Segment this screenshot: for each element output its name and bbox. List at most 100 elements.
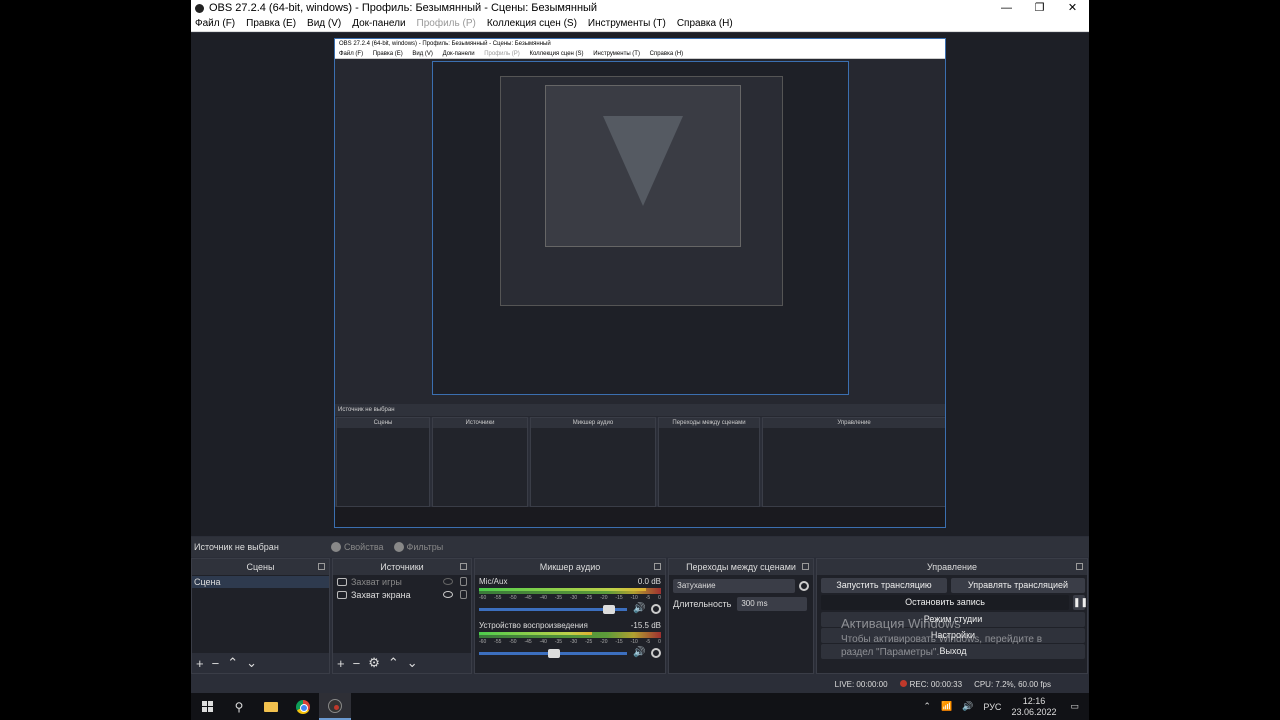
network-icon[interactable]: 📶 (941, 701, 952, 712)
remove-icon[interactable]: − (353, 656, 361, 671)
meter-fill (479, 632, 592, 635)
dock-area: Сцены Сцена + − ⌃ ⌄ Источники Захват игр… (191, 558, 1089, 674)
gear-icon (331, 542, 341, 552)
gear-icon[interactable]: ⚙ (368, 655, 380, 671)
gear-icon[interactable] (651, 648, 661, 658)
scale-tick: -60 (479, 639, 487, 645)
chrome-button[interactable] (287, 693, 319, 720)
add-icon[interactable]: + (337, 656, 345, 671)
gear-icon[interactable] (651, 604, 661, 614)
obs-window: OBS 27.2.4 (64-bit, windows) - Профиль: … (191, 0, 1089, 720)
activation-watermark-body: Чтобы активировать Windows, перейдите в … (841, 634, 1043, 658)
obs-taskbar-button[interactable] (319, 693, 351, 720)
scale-tick: -40 (539, 595, 547, 601)
source-item-label: Захват игры (351, 577, 402, 587)
windows-logo-icon (201, 701, 213, 712)
file-explorer-button[interactable] (255, 693, 287, 720)
scale-tick: -55 (494, 595, 502, 601)
start-stream-button[interactable]: Запустить трансляцию (821, 578, 947, 593)
meter-fill (479, 588, 647, 591)
minimize-button[interactable]: — (990, 0, 1023, 16)
menu-help[interactable]: Справка (H) (677, 18, 733, 29)
source-item[interactable]: Захват экрана (333, 589, 471, 601)
stop-recording-button[interactable]: Остановить запись (821, 595, 1069, 610)
volume-meter (479, 632, 661, 638)
language-indicator[interactable]: РУС (983, 702, 1001, 712)
nested-taskbar (335, 507, 945, 527)
nested-dock-mixer-header: Микшер аудио (531, 418, 655, 428)
start-button[interactable] (191, 693, 223, 720)
nested-preview (432, 61, 849, 395)
volume-slider[interactable] (479, 648, 627, 658)
undock-icon[interactable] (318, 563, 325, 570)
menu-tools[interactable]: Инструменты (T) (588, 18, 666, 29)
scenes-header: Сцены (192, 559, 329, 575)
menu-profile[interactable]: Профиль (P) (417, 18, 476, 29)
properties-button[interactable]: Свойства (331, 542, 384, 552)
lock-icon[interactable] (460, 577, 467, 586)
transitions-header: Переходы между сценами (669, 559, 813, 575)
scenes-dock: Сцены Сцена + − ⌃ ⌄ (191, 558, 330, 674)
close-button[interactable]: ✕ (1056, 0, 1089, 16)
menu-scene-collection[interactable]: Коллекция сцен (S) (487, 18, 577, 29)
rec-status: REC: 00:00:33 (909, 680, 963, 689)
scale-tick: -40 (539, 639, 547, 645)
clock[interactable]: 12:16 23.06.2022 (1011, 696, 1056, 718)
add-icon[interactable]: + (196, 656, 204, 671)
scale-tick: -30 (569, 639, 578, 645)
pause-icon[interactable]: ❚❚ (1073, 595, 1088, 610)
move-up-icon[interactable]: ⌃ (227, 655, 238, 671)
nested-dock-controls-header: Управление (763, 418, 945, 428)
tray-chevron-icon[interactable]: ⌃ (923, 701, 931, 712)
search-button[interactable]: ⚲ (223, 693, 255, 720)
menu-bar: Файл (F) Правка (E) Вид (V) Док-панели П… (191, 16, 1089, 32)
mixer-channel-desktop: Устройство воспроизведения -15.5 dB -60 -… (475, 619, 665, 663)
move-down-icon[interactable]: ⌄ (407, 655, 418, 671)
menu-file[interactable]: Файл (F) (195, 18, 235, 29)
speaker-icon[interactable]: 🔊 (633, 604, 645, 614)
volume-slider[interactable] (479, 604, 627, 614)
undock-icon[interactable] (1076, 563, 1083, 570)
filters-label: Фильтры (406, 542, 444, 552)
undock-icon[interactable] (460, 563, 467, 570)
scale-tick: -60 (479, 595, 487, 601)
move-down-icon[interactable]: ⌄ (246, 655, 257, 671)
activation-watermark-title: Активация Windows (841, 616, 961, 631)
speaker-icon[interactable]: 🔊 (633, 648, 645, 658)
menu-view[interactable]: Вид (V) (307, 18, 341, 29)
windows-taskbar: ⚲ ⌃ 📶 🔊 РУС 12:16 23.06.2022 ▭ (191, 693, 1089, 720)
channel-name: Устройство воспроизведения (479, 621, 588, 630)
undock-icon[interactable] (802, 563, 809, 570)
slider-knob[interactable] (548, 648, 561, 658)
maximize-button[interactable]: ❐ (1023, 0, 1056, 16)
duration-label: Длительность (673, 599, 732, 609)
stats-bar: LIVE: 00:00:00 REC: 00:00:33 CPU: 7.2%, … (191, 676, 1089, 693)
cpu-status: CPU: 7.2%, 60.00 fps (974, 680, 1051, 689)
volume-icon[interactable]: 🔊 (962, 701, 973, 712)
mixer-header: Микшер аудио (475, 559, 665, 575)
transition-select[interactable]: Затухание (673, 579, 795, 593)
menu-edit[interactable]: Правка (E) (246, 18, 296, 29)
title-bar: OBS 27.2.4 (64-bit, windows) - Профиль: … (191, 0, 1089, 16)
scene-item[interactable]: Сцена (192, 576, 329, 588)
eye-hidden-icon[interactable] (443, 578, 453, 585)
filters-button[interactable]: Фильтры (393, 542, 444, 552)
manage-stream-button[interactable]: Управлять трансляцией (951, 578, 1085, 593)
gear-icon[interactable] (799, 581, 809, 591)
source-item[interactable]: Захват игры (333, 576, 471, 588)
undock-icon[interactable] (654, 563, 661, 570)
move-up-icon[interactable]: ⌃ (388, 655, 399, 671)
menu-docks[interactable]: Док-панели (352, 18, 405, 29)
eye-icon[interactable] (443, 591, 453, 598)
lock-icon[interactable] (460, 590, 467, 599)
remove-icon[interactable]: − (212, 656, 220, 671)
transitions-dock: Переходы между сценами Затухание Длитель… (668, 558, 814, 674)
notification-icon[interactable]: ▭ (1070, 701, 1079, 712)
channel-name: Mic/Aux (479, 577, 508, 586)
preview-canvas[interactable]: OBS 27.2.4 (64-bit, windows) - Профиль: … (191, 33, 1089, 536)
slider-knob[interactable] (603, 604, 616, 614)
folder-icon (264, 701, 278, 712)
duration-input[interactable]: 300 ms (737, 597, 808, 611)
scale-tick: -15 (615, 595, 623, 601)
scale-tick: -50 (509, 639, 517, 645)
